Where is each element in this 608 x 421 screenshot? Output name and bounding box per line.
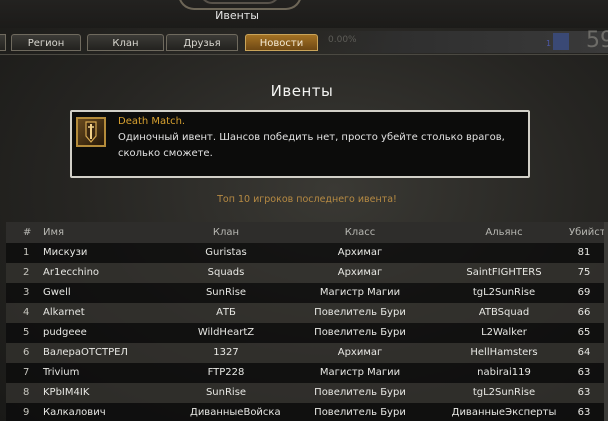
table-row: 8 KPbIM4IK SunRise Повелитель Бури tgL2S… (6, 383, 606, 403)
table-row: 6 ВалераОТСТРЕЛ 1327 Архимаг HellHamster… (6, 343, 606, 363)
row-class: Магистр Магии (319, 287, 401, 298)
table-row: 7 Trivium FTP228 Магистр Магии nabirai11… (6, 363, 606, 383)
row-name: pudgeee (43, 327, 87, 338)
row-kills: 69 (577, 287, 591, 298)
row-kills: 63 (577, 387, 591, 398)
flag-icon (553, 33, 569, 50)
hud-level-large: 59 (586, 28, 608, 53)
col-kills: Убийств (569, 227, 608, 238)
hud-percent: 0.00% (328, 35, 357, 45)
table-row: 9 Калкалович ДиванныеВойска Повелитель Б… (6, 403, 606, 421)
table-row: 4 Alkarnet АТБ Повелитель Бури ATBSquad … (6, 303, 606, 323)
row-rank: 8 (23, 387, 30, 398)
row-class: Повелитель Бури (314, 307, 406, 318)
row-kills: 64 (577, 347, 591, 358)
table-header: # Имя Клан Класс Альянс Убийств (6, 222, 608, 243)
row-rank: 9 (23, 407, 30, 418)
row-kills: 66 (577, 307, 591, 318)
tab-region[interactable]: Регион (11, 34, 81, 51)
row-clan: Guristas (205, 247, 247, 258)
table-row: 1 Мискузи Guristas Архимаг 81 (6, 243, 606, 263)
row-alliance: HellHamsters (470, 347, 538, 358)
row-name: ВалераОТСТРЕЛ (43, 347, 128, 358)
row-kills: 65 (577, 327, 591, 338)
row-name: Alkarnet (43, 307, 85, 318)
row-rank: 1 (23, 247, 30, 258)
col-clan: Клан (212, 227, 240, 238)
row-class: Магистр Магии (319, 367, 401, 378)
row-kills: 75 (577, 267, 591, 278)
event-name: Death Match. (118, 116, 186, 127)
row-alliance: L2Walker (481, 327, 527, 338)
row-clan: АТБ (216, 307, 236, 318)
row-clan: SunRise (205, 287, 247, 298)
col-name: Имя (43, 227, 65, 238)
table-row: 5 pudgeee WildHeartZ Повелитель Бури L2W… (6, 323, 606, 343)
table-scrollbar[interactable] (604, 222, 608, 421)
col-rank: # (23, 227, 32, 238)
row-name: Gwell (43, 287, 71, 298)
row-class: Архимаг (337, 247, 383, 258)
row-rank: 7 (23, 367, 30, 378)
row-alliance: ATBSquad (478, 307, 530, 318)
row-clan: Squads (207, 267, 245, 278)
row-alliance: ДиванныеЭксперты (451, 407, 557, 418)
section-title: Ивенты (270, 82, 334, 100)
row-kills: 63 (577, 407, 591, 418)
col-class: Класс (344, 227, 376, 238)
row-clan: 1327 (213, 347, 239, 358)
tab-friends[interactable]: Друзья (166, 34, 238, 51)
row-clan: FTP228 (207, 367, 245, 378)
event-description: Одиночный ивент. Шансов победить нет, пр… (118, 132, 505, 159)
row-name: Ar1ecchino (43, 267, 100, 278)
top-players-caption: Топ 10 игроков последнего ивента! (217, 194, 397, 205)
row-rank: 5 (23, 327, 30, 338)
tab-edge (0, 34, 6, 51)
row-clan: ДиванныеВойска (190, 407, 281, 418)
row-class: Повелитель Бури (314, 387, 406, 398)
title-ornament-inner (200, 0, 280, 4)
row-clan: WildHeartZ (197, 327, 255, 338)
row-rank: 6 (23, 347, 30, 358)
table-row: 2 Ar1ecchino Squads Архимаг SaintFIGHTER… (6, 263, 606, 283)
hud-level-small: 1 (546, 39, 552, 48)
tab-news[interactable]: Новости (245, 34, 318, 51)
row-name: Trivium (43, 367, 80, 378)
row-rank: 4 (23, 307, 30, 318)
row-alliance: nabirai119 (477, 367, 531, 378)
window-title: Ивенты (215, 9, 259, 22)
row-class: Архимаг (337, 347, 383, 358)
row-name: Мискузи (43, 247, 88, 258)
row-alliance: tgL2SunRise (472, 387, 536, 398)
row-rank: 3 (23, 287, 30, 298)
row-class: Повелитель Бури (314, 327, 406, 338)
row-alliance: tgL2SunRise (472, 287, 536, 298)
title-plate: Ивенты (0, 0, 608, 28)
row-name: Калкалович (43, 407, 106, 418)
col-alliance: Альянс (485, 227, 523, 238)
tab-clan[interactable]: Клан (87, 34, 164, 51)
sword-banner-icon (76, 117, 106, 147)
row-alliance: SaintFIGHTERS (466, 267, 542, 278)
event-info-box: Death Match. Одиночный ивент. Шансов поб… (70, 110, 530, 178)
row-kills: 81 (577, 247, 591, 258)
row-class: Архимаг (337, 267, 383, 278)
row-rank: 2 (23, 267, 30, 278)
row-class: Повелитель Бури (314, 407, 406, 418)
table-row: 3 Gwell SunRise Магистр Магии tgL2SunRis… (6, 283, 606, 303)
row-clan: SunRise (205, 387, 247, 398)
row-kills: 63 (577, 367, 591, 378)
row-name: KPbIM4IK (43, 387, 90, 398)
game-window: Ивенты Регион Клан Друзья Новости 0.00% … (0, 0, 608, 421)
